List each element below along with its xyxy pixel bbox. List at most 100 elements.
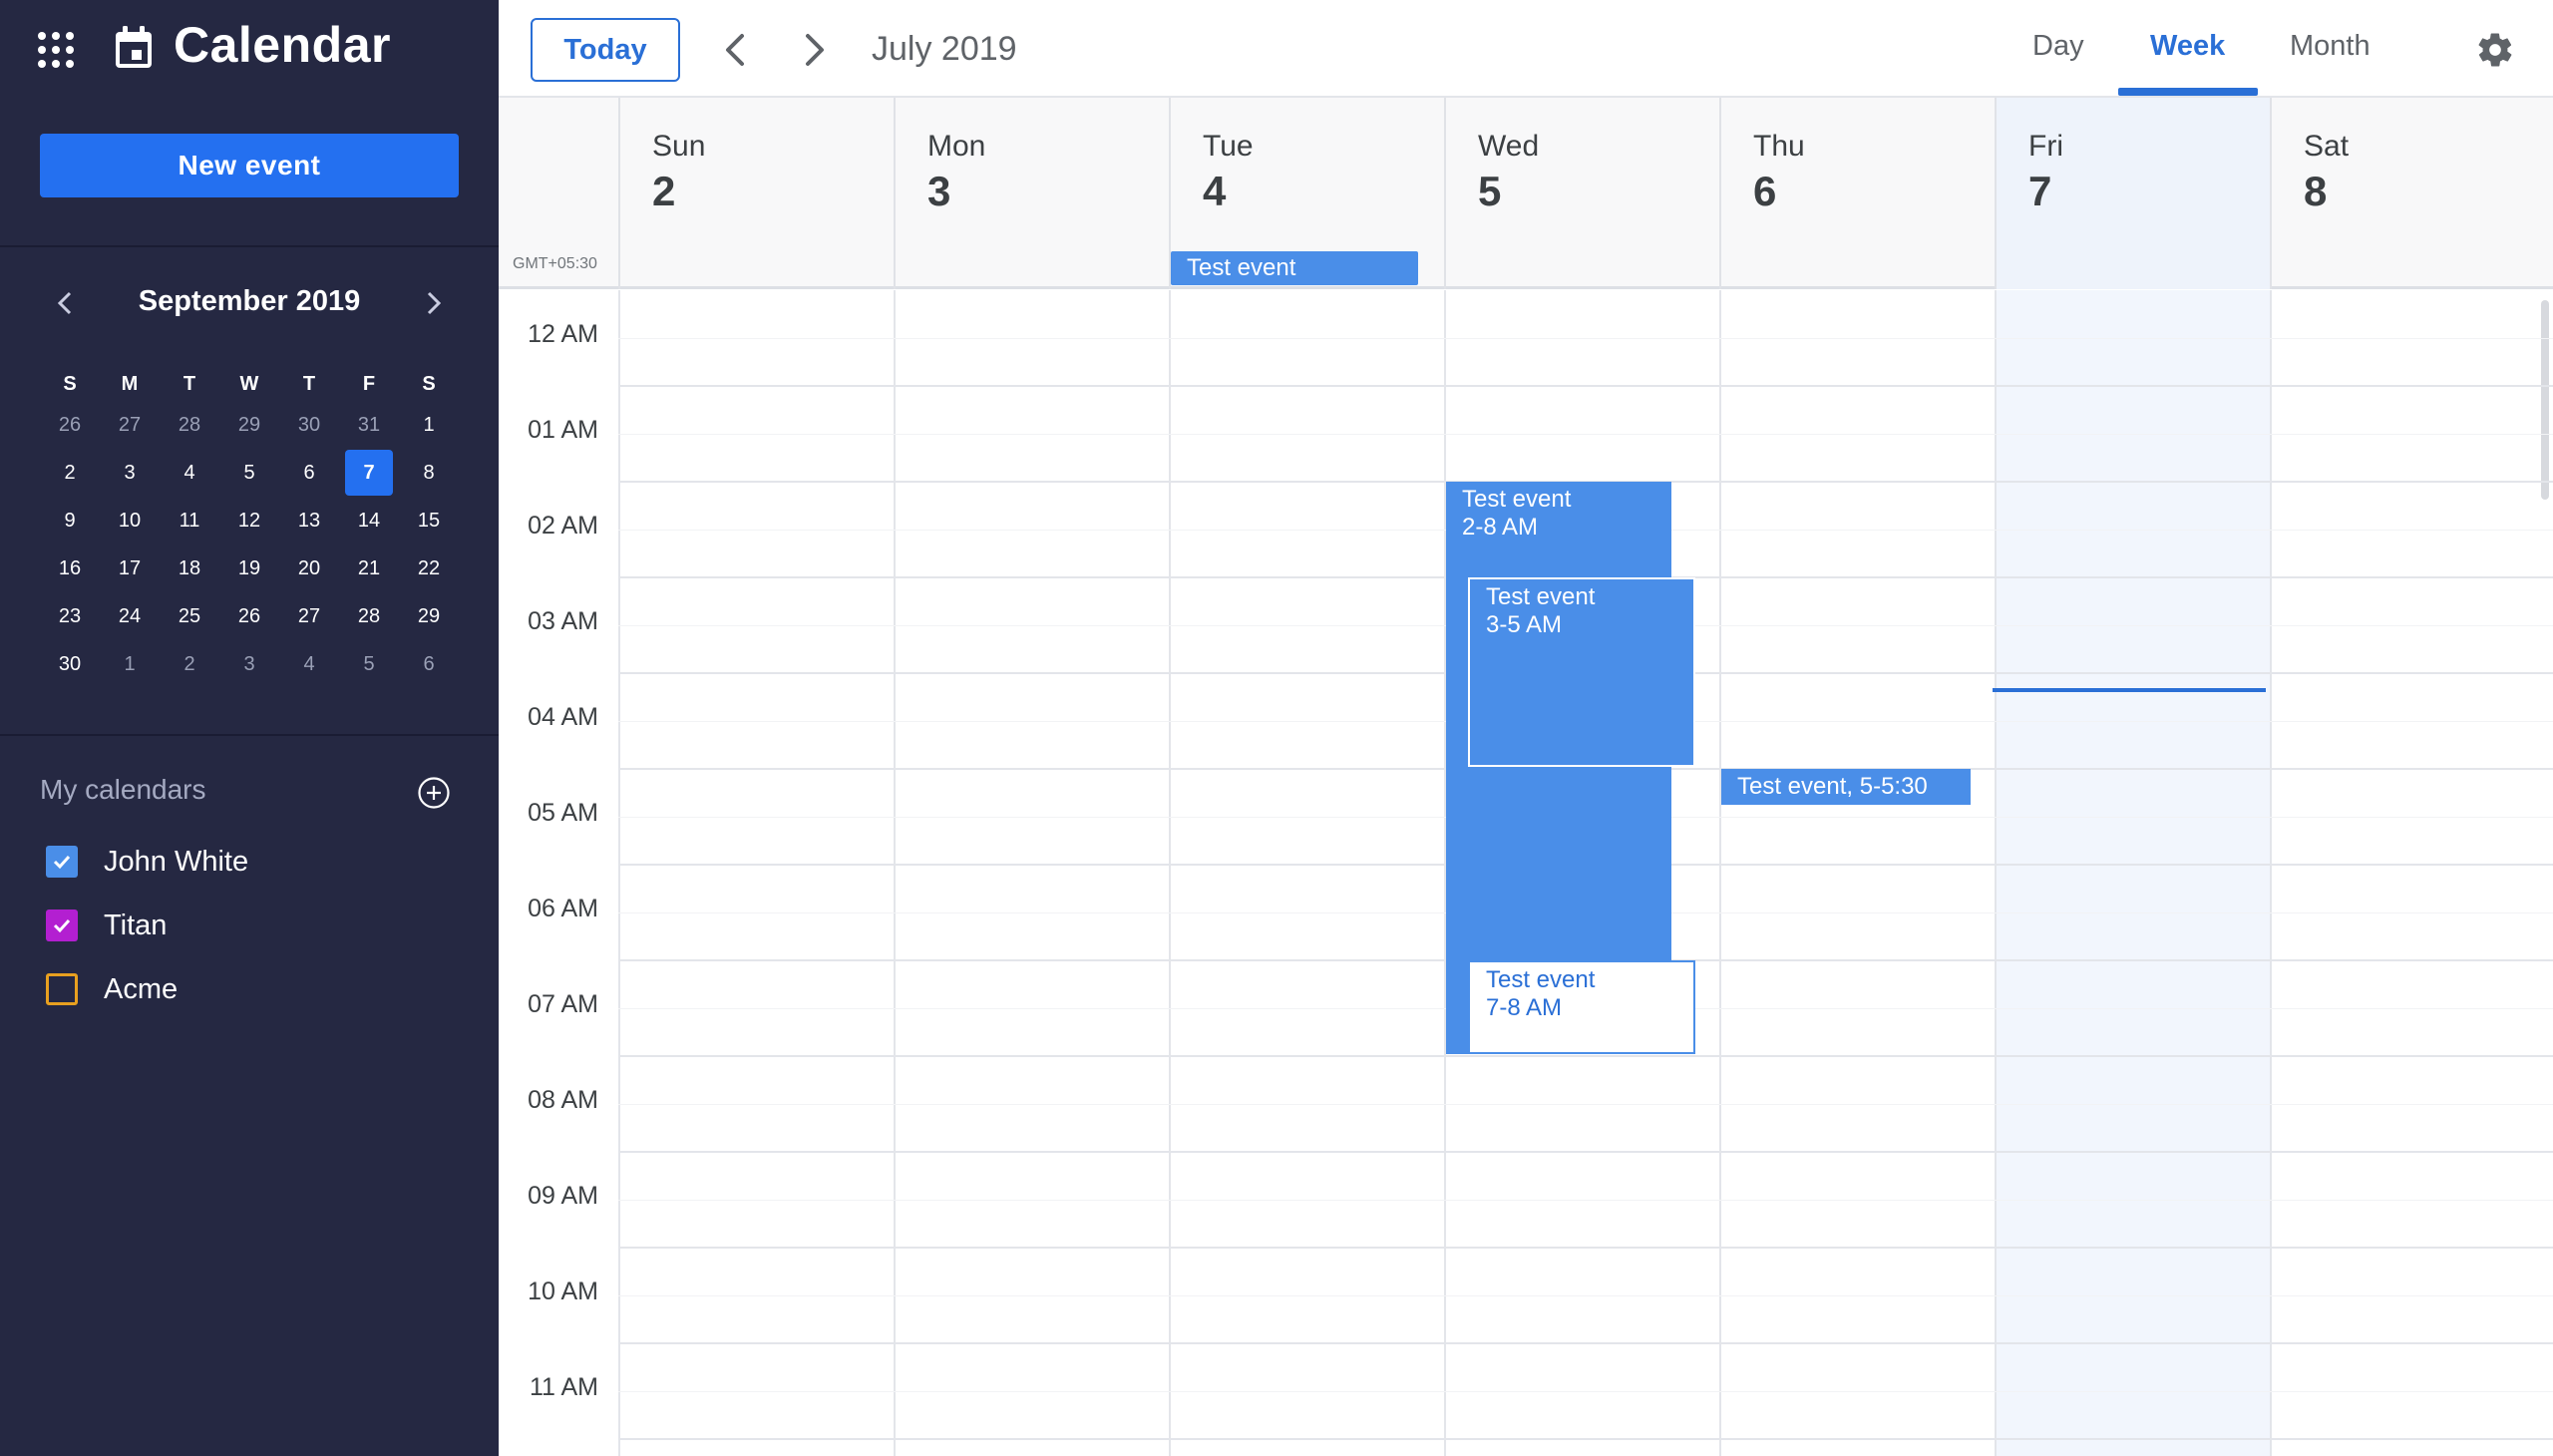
mini-calendar-day[interactable]: 11 bbox=[160, 497, 219, 545]
mini-calendar-day-label: 19 bbox=[237, 556, 261, 579]
checkbox-checked-icon[interactable] bbox=[46, 846, 78, 878]
mini-calendar-day-label: 6 bbox=[303, 461, 315, 484]
mini-calendar-day[interactable]: 10 bbox=[100, 497, 160, 545]
calendar-item[interactable]: John White bbox=[46, 842, 248, 882]
event-block[interactable]: Test event 3-5 AM bbox=[1468, 577, 1695, 767]
mini-calendar-next-icon[interactable] bbox=[413, 283, 453, 323]
app-title: Calendar bbox=[174, 17, 391, 73]
mini-calendar-day[interactable]: 30 bbox=[40, 640, 100, 688]
sidebar-divider bbox=[0, 245, 499, 247]
mini-calendar-day[interactable]: 8 bbox=[399, 449, 459, 497]
day-header-wed[interactable]: Wed 5 bbox=[1444, 98, 1719, 289]
mini-calendar-day[interactable]: 31 bbox=[339, 401, 399, 449]
day-header-sat[interactable]: Sat 8 bbox=[2270, 98, 2545, 289]
mini-calendar-day[interactable]: 28 bbox=[339, 592, 399, 640]
mini-calendar-day[interactable]: 15 bbox=[399, 497, 459, 545]
mini-calendar-day[interactable]: 29 bbox=[399, 592, 459, 640]
mini-calendar-day[interactable]: 30 bbox=[279, 401, 339, 449]
mini-calendar-day-label: 2 bbox=[64, 461, 76, 484]
day-header-mon[interactable]: Mon 3 bbox=[894, 98, 1169, 289]
time-label: 11 AM bbox=[529, 1373, 598, 1401]
day-column[interactable] bbox=[1995, 290, 2270, 1456]
vertical-scrollbar[interactable] bbox=[2541, 300, 2549, 500]
calendar-item[interactable]: Acme bbox=[46, 969, 178, 1009]
view-tab-week[interactable]: Week bbox=[2150, 30, 2225, 63]
add-calendar-icon[interactable] bbox=[417, 776, 451, 810]
day-header-sun[interactable]: Sun 2 bbox=[618, 98, 894, 289]
week-header: GMT+05:30 Sun 2 Mon 3 Tue 4 Wed 5 Thu 6 Fri 7 Sat 8 Te… bbox=[499, 98, 2553, 289]
view-tab-month[interactable]: Month bbox=[2290, 30, 2371, 63]
mini-calendar-day[interactable]: 14 bbox=[339, 497, 399, 545]
mini-calendar-day[interactable]: 5 bbox=[219, 449, 279, 497]
mini-calendar-day-label: 25 bbox=[178, 604, 201, 627]
mini-calendar-day[interactable]: 29 bbox=[219, 401, 279, 449]
mini-calendar-day[interactable]: 21 bbox=[339, 545, 399, 592]
next-week-icon[interactable] bbox=[794, 28, 834, 72]
mini-calendar-day[interactable]: 26 bbox=[40, 401, 100, 449]
day-column[interactable] bbox=[1719, 290, 1995, 1456]
day-name: Sat bbox=[2304, 130, 2350, 163]
event-block[interactable]: Test event, 5-5:30 bbox=[1721, 769, 1971, 806]
mini-calendar-day[interactable]: 26 bbox=[219, 592, 279, 640]
mini-calendar-day[interactable]: 27 bbox=[100, 401, 160, 449]
new-event-button[interactable]: New event bbox=[40, 134, 459, 197]
mini-calendar-day[interactable]: 23 bbox=[40, 592, 100, 640]
mini-calendar-day[interactable]: 19 bbox=[219, 545, 279, 592]
checkbox-checked-icon[interactable] bbox=[46, 910, 78, 941]
mini-calendar-day-label: 28 bbox=[178, 413, 201, 436]
mini-calendar-day[interactable]: 27 bbox=[279, 592, 339, 640]
calendar-item-label: Acme bbox=[104, 972, 179, 1005]
mini-calendar-day[interactable]: 2 bbox=[160, 640, 219, 688]
mini-calendar-day[interactable]: 6 bbox=[399, 640, 459, 688]
time-grid[interactable]: 12 AM 01 AM 02 AM 03 AM 04 AM 05 AM 06 AM 07 AM… bbox=[499, 290, 2553, 1456]
mini-calendar-day[interactable]: 13 bbox=[279, 497, 339, 545]
day-header-fri[interactable]: Fri 7 bbox=[1995, 98, 2270, 289]
mini-calendar-day[interactable]: 5 bbox=[339, 640, 399, 688]
mini-calendar-day-label: 30 bbox=[58, 652, 82, 675]
previous-week-icon[interactable] bbox=[716, 28, 756, 72]
mini-calendar-day[interactable]: 2 bbox=[40, 449, 100, 497]
mini-calendar-day[interactable]: 3 bbox=[100, 449, 160, 497]
mini-calendar-day[interactable]: 17 bbox=[100, 545, 160, 592]
hour-line bbox=[618, 1151, 2553, 1153]
mini-calendar-day[interactable]: 22 bbox=[399, 545, 459, 592]
mini-calendar-day[interactable]: 24 bbox=[100, 592, 160, 640]
calendar-item[interactable]: Titan bbox=[46, 906, 167, 945]
event-time: 3-5 AM bbox=[1486, 611, 1563, 638]
mini-calendar-day[interactable]: 18 bbox=[160, 545, 219, 592]
mini-calendar-day[interactable]: 6 bbox=[279, 449, 339, 497]
apps-grid-icon[interactable] bbox=[38, 32, 74, 68]
view-tab-day[interactable]: Day bbox=[2032, 30, 2084, 63]
day-column[interactable] bbox=[1169, 290, 1444, 1456]
mini-calendar-day[interactable]: 25 bbox=[160, 592, 219, 640]
gear-icon[interactable] bbox=[2475, 30, 2515, 70]
mini-calendar-day-label: 29 bbox=[237, 413, 261, 436]
mini-calendar-day[interactable]: 12 bbox=[219, 497, 279, 545]
current-period-title: July 2019 bbox=[872, 30, 1017, 68]
day-column[interactable] bbox=[2270, 290, 2545, 1456]
mini-calendar-day[interactable]: 16 bbox=[40, 545, 100, 592]
checkbox-unchecked-icon[interactable] bbox=[46, 973, 78, 1005]
day-header-thu[interactable]: Thu 6 bbox=[1719, 98, 1995, 289]
mini-calendar-day[interactable]: 28 bbox=[160, 401, 219, 449]
mini-calendar-day[interactable]: 3 bbox=[219, 640, 279, 688]
day-column[interactable] bbox=[618, 290, 894, 1456]
mini-calendar-day-label: 23 bbox=[58, 604, 82, 627]
mini-calendar-day[interactable]: 4 bbox=[160, 449, 219, 497]
day-number: 6 bbox=[1753, 168, 1777, 214]
mini-calendar-day-label: 14 bbox=[357, 509, 381, 532]
mini-calendar-day[interactable]: 1 bbox=[100, 640, 160, 688]
mini-calendar-day-selected[interactable]: 7 bbox=[339, 449, 399, 497]
today-button[interactable]: Today bbox=[531, 18, 680, 82]
all-day-event[interactable]: Test event bbox=[1171, 251, 1418, 285]
day-name: Sun bbox=[652, 130, 706, 163]
mini-calendar-day[interactable]: 20 bbox=[279, 545, 339, 592]
day-column[interactable] bbox=[894, 290, 1169, 1456]
mini-calendar-day[interactable]: 4 bbox=[279, 640, 339, 688]
mini-calendar-day-label: 4 bbox=[303, 652, 315, 675]
mini-calendar-day[interactable]: 1 bbox=[399, 401, 459, 449]
event-block[interactable]: Test event 7-8 AM bbox=[1468, 960, 1695, 1054]
mini-calendar-day-label: 24 bbox=[118, 604, 142, 627]
mini-calendar-day-label: 9 bbox=[64, 509, 76, 532]
mini-calendar-day[interactable]: 9 bbox=[40, 497, 100, 545]
